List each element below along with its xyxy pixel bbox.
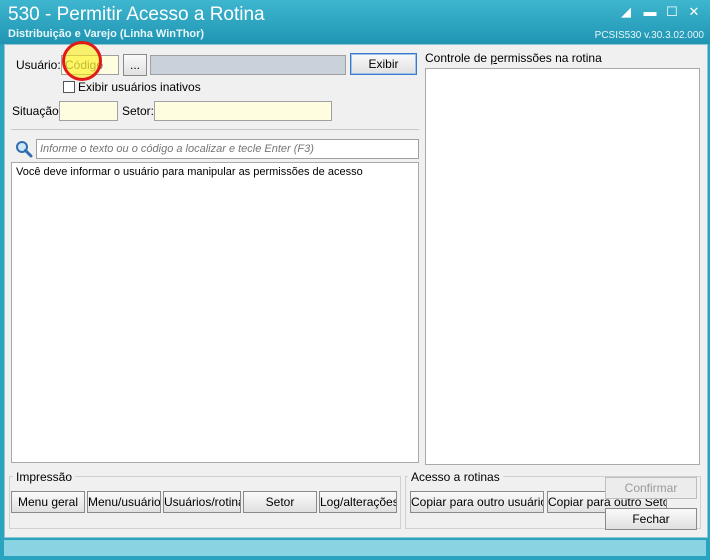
close-icon[interactable]: ✕: [686, 4, 702, 20]
close-button[interactable]: Fechar: [605, 508, 697, 530]
maximize-icon[interactable]: ☐: [664, 4, 680, 20]
search-input[interactable]: [36, 139, 419, 159]
restore-icon[interactable]: ▬: [642, 4, 658, 20]
permissions-tree[interactable]: [425, 68, 700, 465]
copy-to-user-button[interactable]: Copiar para outro usuário: [410, 491, 544, 513]
print-sector-button[interactable]: Setor: [243, 491, 317, 513]
highlight-ring: [62, 41, 102, 81]
print-users-routine-button[interactable]: Usuários/rotina: [163, 491, 241, 513]
user-browse-button[interactable]: ...: [123, 54, 147, 76]
inactive-users-label: Exibir usuários inativos: [78, 80, 201, 94]
main-form: Usuário: ... Exibir Exibir usuários inat…: [4, 41, 708, 538]
access-group-title: Acesso a rotinas: [408, 470, 503, 484]
show-button-label: Exibir: [368, 57, 399, 71]
sector-label: Setor:: [122, 104, 155, 118]
status-bar: [4, 540, 706, 556]
search-icon: [15, 140, 33, 158]
window-subtitle: Distribuição e Varejo (Linha WinThor): [8, 28, 205, 40]
confirm-button[interactable]: Confirmar: [605, 477, 697, 499]
empty-message: Você deve informar o usuário para manipu…: [16, 166, 363, 178]
user-name-field: [150, 55, 346, 75]
title-bar: 530 - Permitir Acesso a Rotina Distribui…: [0, 0, 710, 44]
situation-input[interactable]: [59, 101, 118, 121]
print-menu-general-button[interactable]: Menu geral: [11, 491, 85, 513]
user-label: Usuário:: [16, 58, 61, 72]
routines-list[interactable]: Você deve informar o usuário para manipu…: [11, 162, 419, 463]
window-title: 530 - Permitir Acesso a Rotina: [8, 4, 265, 25]
permissions-title: Controle de permissões na rotina: [425, 51, 602, 65]
minimize-icon[interactable]: ◢: [618, 4, 634, 20]
print-menu-user-button[interactable]: Menu/usuário: [87, 491, 161, 513]
show-button[interactable]: Exibir: [350, 53, 417, 75]
print-log-button[interactable]: Log/alterações: [319, 491, 397, 513]
version-label: PCSIS530 v.30.3.02.000: [594, 30, 704, 41]
inactive-users-checkbox[interactable]: [63, 81, 75, 93]
search-icon-graphic: [16, 141, 33, 158]
print-group-title: Impressão: [13, 470, 76, 484]
situation-label: Situação:: [12, 104, 63, 118]
separator: [11, 129, 419, 130]
sector-input[interactable]: [154, 101, 332, 121]
